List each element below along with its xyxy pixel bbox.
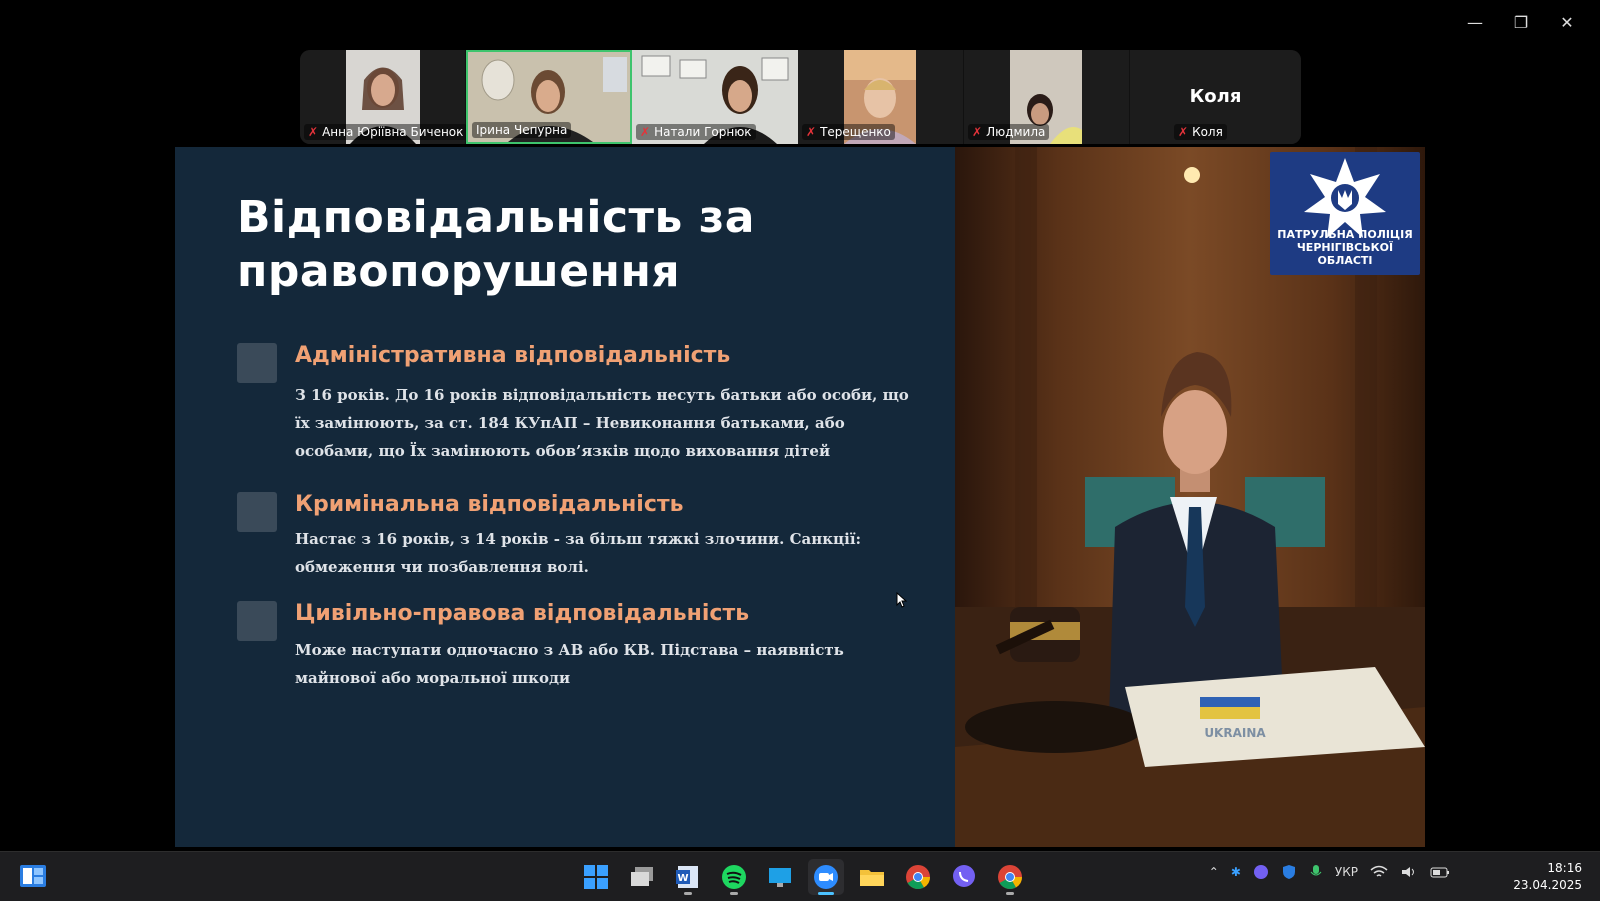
bullet-square: [237, 492, 277, 532]
start-button[interactable]: [578, 859, 614, 895]
document-label: UKRAINA: [1204, 726, 1266, 740]
file-explorer-button[interactable]: [854, 859, 890, 895]
participant-name: ✗ Терещенко: [802, 124, 895, 140]
chevron-up-icon[interactable]: ⌃: [1209, 865, 1219, 879]
microphone-icon[interactable]: [1309, 864, 1323, 880]
running-indicator: [684, 892, 692, 895]
slide-title: Відповідальність за правопорушення: [237, 192, 755, 297]
close-button[interactable]: ✕: [1544, 8, 1590, 36]
participant-name: ✗ Натали Горнюк: [636, 124, 756, 140]
mouse-cursor-icon: [896, 592, 908, 608]
chrome-icon: [998, 865, 1022, 890]
minimize-button[interactable]: —: [1452, 8, 1498, 36]
word-icon: W: [676, 866, 698, 888]
badge-text: ПАТРУЛЬНА ПОЛІЦІЯ ЧЕРНІГІВСЬКОЇ ОБЛАСТІ: [1277, 228, 1413, 267]
task-view-icon: [631, 867, 653, 886]
participant-display-name: Коля: [1189, 86, 1242, 107]
window-controls: — ❐ ✕: [1452, 8, 1590, 36]
system-tray: ⌃ ✱ УКР: [1209, 864, 1450, 880]
battery-icon[interactable]: [1430, 866, 1450, 878]
zoom-button[interactable]: [808, 859, 844, 895]
chrome-button-2[interactable]: [992, 859, 1028, 895]
shared-slide: Відповідальність за правопорушення Адмін…: [175, 147, 1425, 847]
widgets-icon: [20, 865, 46, 887]
item-heading: Цивільно-правова відповідальність: [295, 601, 750, 626]
bluetooth-icon[interactable]: ✱: [1231, 865, 1241, 879]
zoom-icon: [814, 865, 838, 889]
wifi-icon[interactable]: [1370, 865, 1388, 879]
viber-button[interactable]: [946, 859, 982, 895]
participant-name: ✗ Анна Юріївна Биченок: [304, 124, 468, 140]
clock-time: 18:16: [1547, 861, 1582, 875]
chrome-icon: [906, 865, 930, 890]
police-badge: ПАТРУЛЬНА ПОЛІЦІЯ ЧЕРНІГІВСЬКОЇ ОБЛАСТІ: [1270, 152, 1420, 275]
running-indicator: [1006, 892, 1014, 895]
mic-muted-icon: ✗: [806, 125, 817, 139]
windows-start-icon: [584, 865, 608, 889]
language-indicator[interactable]: УКР: [1335, 865, 1358, 879]
volume-icon[interactable]: [1400, 865, 1418, 879]
item-heading: Адміністративна відповідальність: [295, 343, 731, 368]
running-indicator: [730, 892, 738, 895]
widgets-button[interactable]: [18, 862, 48, 894]
taskbar-apps: W: [578, 859, 1028, 895]
security-shield-icon[interactable]: [1281, 864, 1297, 880]
participant-strip: ✗ Анна Юріївна Биченок Ірина Чепурна ✗ Нат…: [300, 50, 1301, 144]
viber-tray-icon[interactable]: [1253, 864, 1269, 880]
participant-tile-active[interactable]: Ірина Чепурна: [466, 50, 632, 144]
item-text: Може наступати одночасно з АВ або КВ. Пі…: [295, 641, 844, 687]
taskbar: W ⌃ ✱ УКР 18:16 23.04.2025: [0, 851, 1600, 901]
desktop-button[interactable]: [762, 859, 798, 895]
task-view-button[interactable]: [624, 859, 660, 895]
viber-icon: [953, 865, 975, 887]
participant-name: Ірина Чепурна: [472, 122, 572, 138]
chrome-button[interactable]: [900, 859, 936, 895]
bullet-square: [237, 343, 277, 383]
item-text: З 16 років. До 16 років відповідальність…: [295, 386, 909, 460]
mic-muted-icon: ✗: [1178, 125, 1189, 139]
spotify-button[interactable]: [716, 859, 752, 895]
running-indicator: [818, 892, 834, 895]
word-button[interactable]: W: [670, 859, 706, 895]
mic-muted-icon: ✗: [308, 125, 319, 139]
bullet-square: [237, 601, 277, 641]
mic-muted-icon: ✗: [640, 125, 651, 139]
participant-tile[interactable]: ✗ Анна Юріївна Биченок: [300, 50, 468, 144]
clock[interactable]: 18:16 23.04.2025: [1513, 860, 1582, 894]
monitor-icon: [769, 868, 791, 887]
participant-name: ✗ Людмила: [968, 124, 1050, 140]
participant-tile[interactable]: ✗ Натали Горнюк: [632, 50, 798, 144]
mic-muted-icon: ✗: [972, 125, 983, 139]
item-heading: Кримінальна відповідальність: [295, 492, 684, 517]
participant-tile[interactable]: ✗ Терещенко: [798, 50, 964, 144]
participant-name: ✗ Коля: [1174, 124, 1227, 140]
participant-tile[interactable]: Коля ✗ Коля: [1130, 50, 1301, 144]
folder-icon: [860, 870, 884, 886]
svg-text:W: W: [677, 873, 688, 884]
participant-tile[interactable]: ✗ Людмила: [964, 50, 1130, 144]
item-text: Настає з 16 років, з 14 років - за більш…: [295, 530, 862, 576]
spotify-icon: [722, 865, 746, 889]
clock-date: 23.04.2025: [1513, 878, 1582, 892]
restore-button[interactable]: ❐: [1498, 8, 1544, 36]
